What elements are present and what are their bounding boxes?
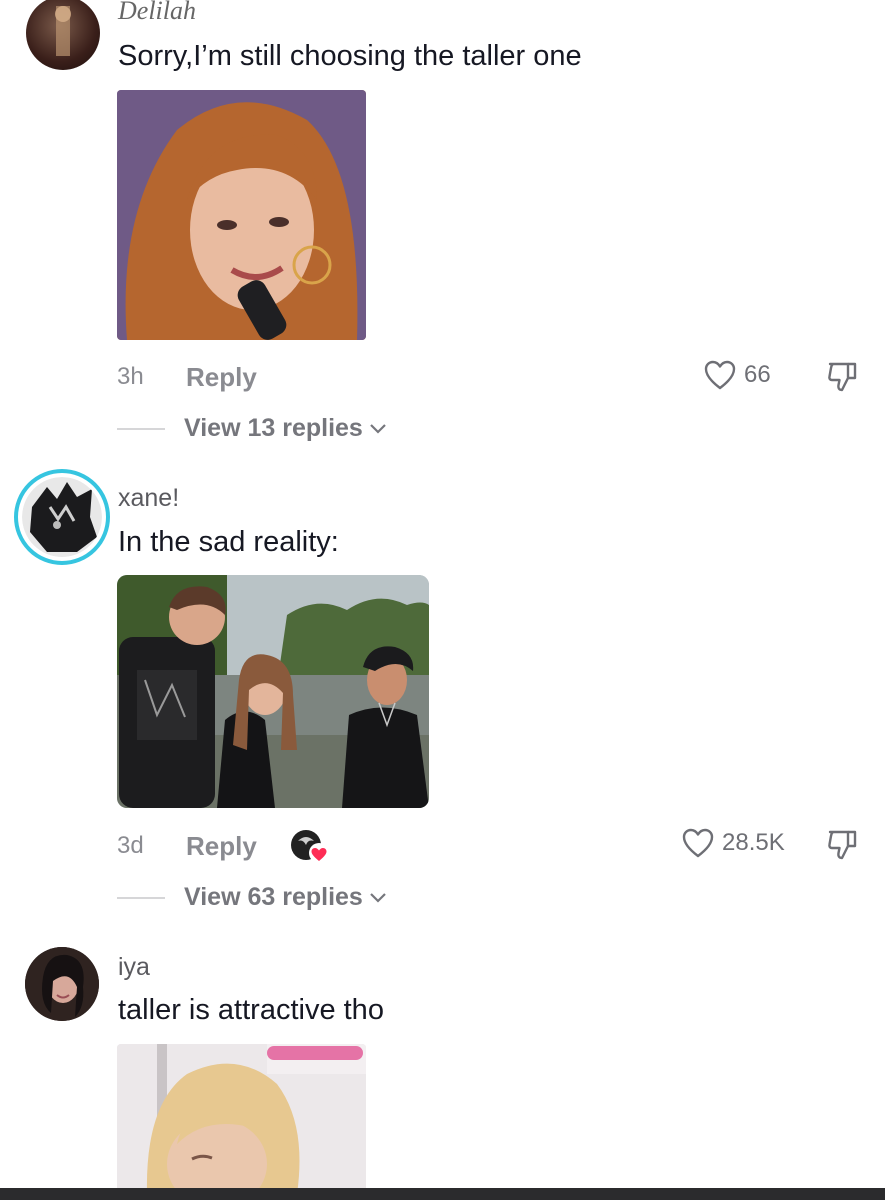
heart-outline-icon — [704, 360, 736, 390]
comment-text: In the sad reality: — [118, 526, 339, 558]
view-replies-divider — [117, 897, 165, 899]
view-replies-divider — [117, 428, 165, 430]
meme-photo-blonde-woman — [117, 1044, 366, 1194]
dislike-button[interactable] — [826, 360, 860, 399]
avatar[interactable] — [26, 0, 100, 70]
creator-liked-badge-icon — [291, 830, 329, 863]
reply-button[interactable]: Reply — [186, 831, 257, 862]
chevron-down-icon — [370, 423, 386, 434]
avatar-image — [22, 477, 102, 557]
like-count: 28.5K — [722, 829, 785, 856]
reply-button[interactable]: Reply — [186, 362, 257, 393]
creator-liked-badge — [290, 829, 332, 870]
comment-image[interactable] — [117, 575, 429, 808]
avatar[interactable] — [14, 469, 110, 565]
thumbs-down-outline-icon — [828, 830, 857, 860]
avatar-image — [25, 947, 99, 1021]
like-count: 66 — [744, 361, 771, 388]
view-replies-button[interactable]: View 13 replies — [184, 414, 387, 443]
comment-timestamp: 3d — [117, 832, 144, 859]
view-replies-label: View 13 replies — [184, 414, 363, 442]
heart-outline-icon — [682, 828, 714, 858]
like-button[interactable]: 66 — [704, 360, 771, 390]
avatar-image — [55, 6, 71, 56]
comment-username[interactable]: iya — [118, 953, 150, 982]
comment-username[interactable]: xane! — [118, 484, 179, 513]
view-replies-label: View 63 replies — [184, 883, 363, 911]
comment-timestamp: 3h — [117, 363, 144, 390]
comment-text: taller is attractive tho — [118, 994, 384, 1026]
comment-image[interactable] — [117, 1044, 366, 1194]
photo-three-people-by-lake — [117, 575, 429, 808]
dislike-button[interactable] — [826, 828, 860, 867]
view-replies-button[interactable]: View 63 replies — [184, 883, 387, 912]
thumbs-down-outline-icon — [828, 362, 857, 392]
bottom-bar — [0, 1188, 885, 1200]
meme-photo-woman-with-microphone — [117, 90, 366, 340]
avatar[interactable] — [25, 947, 99, 1021]
like-button[interactable]: 28.5K — [682, 828, 785, 858]
comment-text: Sorry,I’m still choosing the taller one — [118, 40, 582, 72]
comment-username[interactable]: Delilah — [118, 0, 196, 26]
comment-image[interactable] — [117, 90, 366, 340]
chevron-down-icon — [370, 892, 386, 903]
